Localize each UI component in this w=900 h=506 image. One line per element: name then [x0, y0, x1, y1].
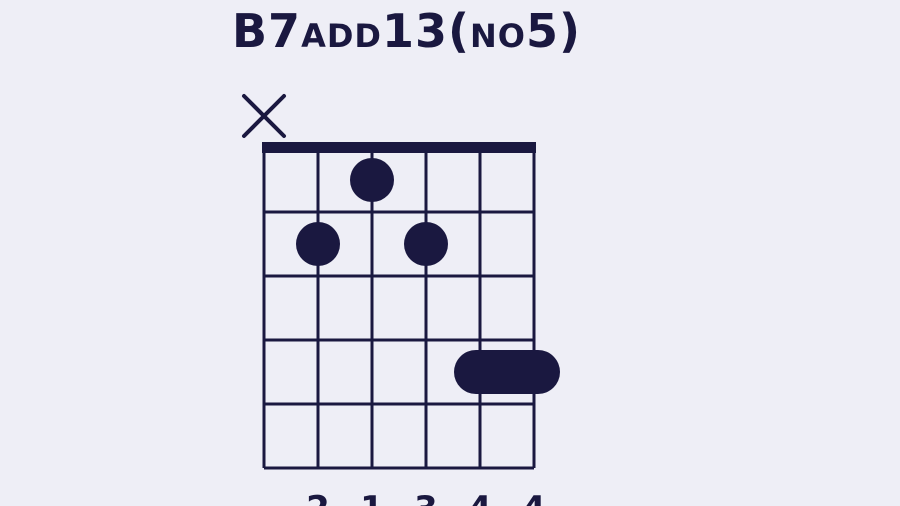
finger-number: 3 [414, 489, 438, 506]
finger-number: 1 [360, 489, 384, 506]
barre-bar [454, 350, 560, 394]
finger-dot [296, 222, 340, 266]
finger-number: 4 [522, 489, 546, 506]
finger-number: 2 [306, 489, 330, 506]
finger-dot [350, 158, 394, 202]
nut [262, 142, 536, 153]
chord-diagram: 2 1 3 4 4 [242, 94, 560, 506]
chord-diagram-canvas: B7add13(no5) 21344 [0, 0, 900, 506]
finger-number: 4 [468, 489, 492, 506]
finger-dot [404, 222, 448, 266]
muted-string-marker [242, 94, 286, 138]
